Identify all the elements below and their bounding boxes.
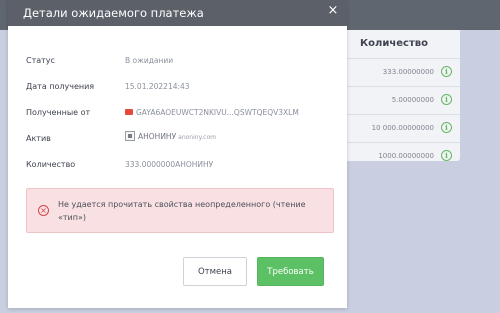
mail-icon xyxy=(125,109,133,115)
status-label: Статус xyxy=(26,56,55,65)
close-icon[interactable]: × xyxy=(327,4,339,17)
info-icon[interactable]: i xyxy=(441,122,452,133)
asset-name: АНОНИНУ xyxy=(138,132,177,141)
from-value: GAYA6AOEUWCT2NKIVU...QSWTQEQV3XLM xyxy=(125,108,299,117)
modal-title: Детали ожидаемого платежа xyxy=(23,6,204,20)
row-quantity: 5.00000000 xyxy=(391,96,434,104)
table-row: 5.00000000 i xyxy=(342,86,460,114)
asset-label: Актив xyxy=(26,134,51,143)
error-icon: × xyxy=(38,205,49,216)
background-assets-panel: Количество 333.00000000 i 5.00000000 i 1… xyxy=(342,30,460,161)
info-icon[interactable]: i xyxy=(441,150,452,161)
from-label: Полученные от xyxy=(26,108,91,117)
amount-label: Количество xyxy=(26,160,76,169)
row-quantity: 10 000.00000000 xyxy=(371,124,434,132)
modal-header: Детали ожидаемого платежа × xyxy=(8,0,347,26)
quantity-column-header: Количество xyxy=(360,38,428,49)
status-value: В ожидании xyxy=(125,56,174,65)
table-row: 10 000.00000000 i xyxy=(342,114,460,142)
from-address[interactable]: GAYA6AOEUWCT2NKIVU...QSWTQEQV3XLM xyxy=(136,108,299,117)
row-quantity: 333.00000000 xyxy=(382,68,434,76)
date-label: Дата получения xyxy=(26,82,95,91)
table-row: 1000.00000000 i xyxy=(342,142,460,170)
date-value: 15.01.202214:43 xyxy=(125,82,190,91)
error-alert: × Не удается прочитать свойства неопреде… xyxy=(26,188,334,233)
asset-domain[interactable]: anoniny.com xyxy=(178,134,216,141)
cancel-button[interactable]: Отмена xyxy=(183,257,247,286)
error-message: Не удается прочитать свойства неопределе… xyxy=(58,200,306,222)
row-quantity: 1000.00000000 xyxy=(378,152,434,160)
info-icon[interactable]: i xyxy=(441,66,452,77)
pending-payment-modal: Детали ожидаемого платежа × Статус В ожи… xyxy=(8,0,347,308)
asset-logo-icon xyxy=(125,131,135,141)
asset-value: АНОНИНУ anoniny.com xyxy=(125,131,216,142)
amount-value: 333.0000000АНОНИНУ xyxy=(125,160,214,169)
claim-button[interactable]: Требовать xyxy=(257,257,324,286)
info-icon[interactable]: i xyxy=(441,94,452,105)
table-row: 333.00000000 i xyxy=(342,58,460,86)
